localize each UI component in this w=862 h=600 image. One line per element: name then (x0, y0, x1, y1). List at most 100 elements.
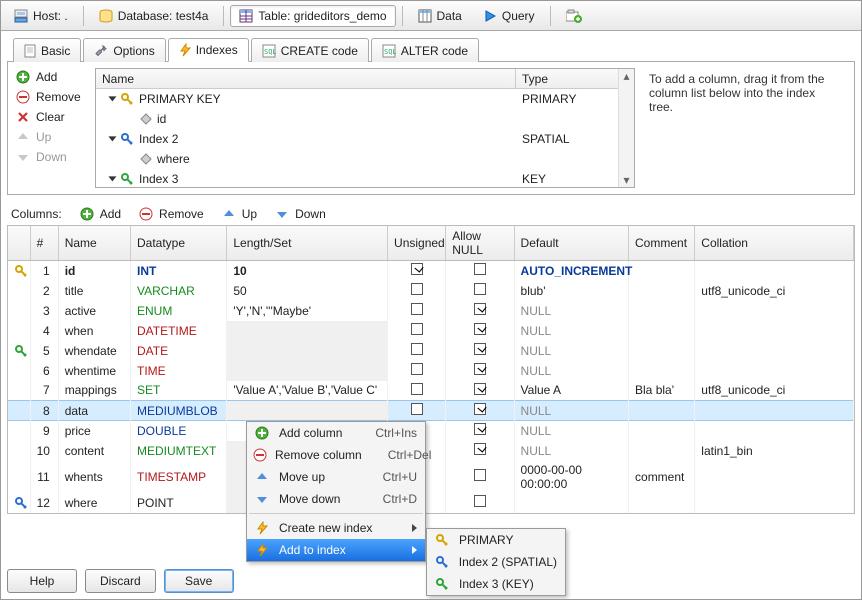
tab-indexes[interactable]: Indexes (168, 38, 249, 62)
header-name[interactable]: Name (58, 226, 130, 261)
cell-comment[interactable] (629, 441, 695, 461)
ctx-add-to-index[interactable]: Add to index (247, 539, 425, 561)
columns-remove[interactable]: Remove (139, 207, 204, 221)
cell-datatype[interactable]: ENUM (130, 301, 226, 321)
cell-datatype[interactable]: DOUBLE (130, 421, 226, 441)
cell-comment[interactable] (629, 361, 695, 381)
header-comment[interactable]: Comment (629, 226, 695, 261)
header-default[interactable]: Default (514, 226, 628, 261)
cell-default[interactable]: NULL (514, 361, 628, 381)
cell-datatype[interactable]: DATE (130, 341, 226, 361)
checkbox-unsigned[interactable] (411, 303, 423, 315)
cell-datatype[interactable]: TIMESTAMP (130, 461, 226, 493)
header-num[interactable]: # (30, 226, 58, 261)
cell-comment[interactable] (629, 281, 695, 301)
cell-name[interactable]: whendate (58, 341, 130, 361)
cell-comment[interactable] (629, 493, 695, 513)
table-row[interactable]: 1idINT10AUTO_INCREMENT (8, 261, 854, 281)
table-row[interactable]: 6whentimeTIMENULL (8, 361, 854, 381)
toolbar-new-tab[interactable] (557, 5, 591, 27)
checkbox-unsigned[interactable] (411, 263, 423, 275)
scroll-up-icon[interactable]: ▴ (619, 69, 634, 83)
cell-length[interactable] (227, 341, 388, 361)
header-allownull[interactable]: Allow NULL (446, 226, 514, 261)
checkbox-allow-null[interactable] (474, 403, 486, 415)
cell-length[interactable] (227, 321, 388, 341)
checkbox-unsigned[interactable] (411, 403, 423, 415)
toolbar-database[interactable]: Database: test4a (90, 5, 218, 27)
cell-name[interactable]: price (58, 421, 130, 441)
ctx-move-up[interactable]: Move upCtrl+U (247, 466, 425, 488)
cell-comment[interactable] (629, 421, 695, 441)
cell-default[interactable]: NULL (514, 321, 628, 341)
table-row[interactable]: 12wherePOINT (8, 493, 854, 513)
cell-datatype[interactable]: VARCHAR (130, 281, 226, 301)
cell-comment[interactable] (629, 301, 695, 321)
cell-datatype[interactable]: SET (130, 381, 226, 401)
index-tree-scrollbar[interactable]: ▴ ▾ (618, 69, 634, 187)
cell-datatype[interactable]: DATETIME (130, 321, 226, 341)
cell-length[interactable]: 50 (227, 281, 388, 301)
tree-expander-icon[interactable] (108, 96, 116, 101)
checkbox-unsigned[interactable] (411, 363, 423, 375)
header-datatype[interactable]: Datatype (130, 226, 226, 261)
scroll-down-icon[interactable]: ▾ (619, 173, 634, 187)
index-tree[interactable]: Name Type PRIMARY KEYPRIMARYidIndex 2SPA… (95, 68, 635, 188)
checkbox-allow-null[interactable] (474, 443, 486, 455)
toolbar-table[interactable]: Table: grideditors_demo (230, 5, 395, 27)
ctx-create-index[interactable]: Create new index (247, 517, 425, 539)
cell-comment[interactable]: comment (629, 461, 695, 493)
index-tree-header-type[interactable]: Type (516, 69, 634, 88)
table-row[interactable]: 9priceDOUBLENULL (8, 421, 854, 441)
cell-datatype[interactable]: TIME (130, 361, 226, 381)
cell-name[interactable]: where (58, 493, 130, 513)
columns-down[interactable]: Down (275, 207, 326, 221)
checkbox-allow-null[interactable] (474, 469, 486, 481)
tab-alter[interactable]: SQL ALTER code (371, 38, 479, 62)
table-row[interactable]: 2titleVARCHAR50blub'utf8_unicode_ci (8, 281, 854, 301)
index-remove[interactable]: Remove (14, 88, 89, 106)
help-button[interactable]: Help (7, 569, 77, 593)
table-row[interactable]: 8dataMEDIUMBLOBNULL (8, 401, 854, 421)
table-row[interactable]: 3activeENUM'Y','N','''Maybe'NULL (8, 301, 854, 321)
cell-name[interactable]: content (58, 441, 130, 461)
checkbox-allow-null[interactable] (474, 495, 486, 507)
cell-name[interactable]: mappings (58, 381, 130, 401)
cell-comment[interactable] (629, 401, 695, 421)
index-clear[interactable]: Clear (14, 108, 89, 126)
cell-name[interactable]: whents (58, 461, 130, 493)
checkbox-unsigned[interactable] (411, 283, 423, 295)
index-add[interactable]: Add (14, 68, 89, 86)
cell-name[interactable]: data (58, 401, 130, 421)
toolbar-query[interactable]: Query (474, 5, 544, 27)
tree-expander-icon[interactable] (108, 136, 116, 141)
checkbox-allow-null[interactable] (474, 383, 486, 395)
cell-name[interactable]: when (58, 321, 130, 341)
ctx-sub-index2[interactable]: Index 2 (SPATIAL) (427, 551, 565, 573)
cell-collation[interactable] (695, 461, 854, 493)
header-length[interactable]: Length/Set (227, 226, 388, 261)
cell-comment[interactable] (629, 321, 695, 341)
cell-collation[interactable]: utf8_unicode_ci (695, 381, 854, 401)
cell-collation[interactable] (695, 261, 854, 281)
cell-length[interactable] (227, 361, 388, 381)
cell-name[interactable]: whentime (58, 361, 130, 381)
cell-collation[interactable]: latin1_bin (695, 441, 854, 461)
table-row[interactable]: 4whenDATETIMENULL (8, 321, 854, 341)
index-tree-row[interactable]: Index 3KEY (96, 169, 634, 188)
cell-datatype[interactable]: POINT (130, 493, 226, 513)
cell-collation[interactable] (695, 401, 854, 421)
checkbox-allow-null[interactable] (474, 343, 486, 355)
cell-default[interactable] (514, 493, 628, 513)
cell-collation[interactable] (695, 421, 854, 441)
index-tree-row[interactable]: PRIMARY KEYPRIMARY (96, 89, 634, 109)
cell-collation[interactable] (695, 301, 854, 321)
cell-length[interactable]: 'Value A','Value B','Value C' (227, 381, 388, 401)
cell-default[interactable]: NULL (514, 301, 628, 321)
tree-expander-icon[interactable] (108, 176, 116, 181)
cell-collation[interactable] (695, 341, 854, 361)
cell-datatype[interactable]: INT (130, 261, 226, 281)
checkbox-allow-null[interactable] (474, 363, 486, 375)
toolbar-host[interactable]: Host: . (5, 5, 77, 27)
columns-up[interactable]: Up (222, 207, 257, 221)
